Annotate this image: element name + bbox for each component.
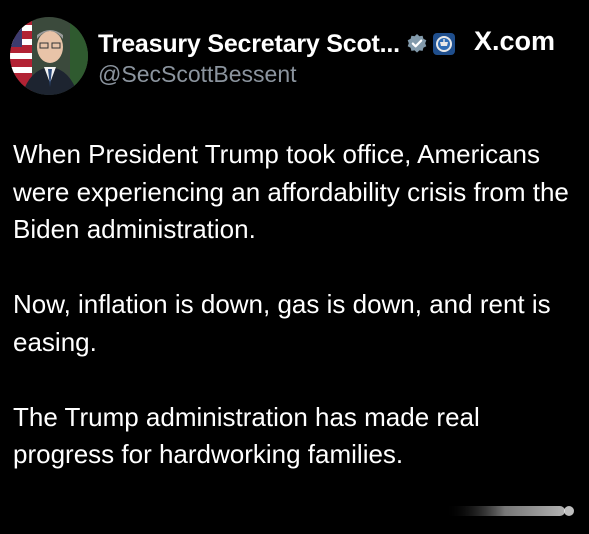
- tweet-paragraph: The Trump administration has made real p…: [13, 401, 480, 470]
- watermark-graphic: [445, 500, 580, 522]
- x-brand-label: X.com: [474, 26, 556, 56]
- tweet-text: When President Trump took office, Americ…: [13, 136, 579, 474]
- gray-verified-badge-icon: [406, 33, 428, 55]
- author-handle[interactable]: @SecScottBessent: [98, 61, 297, 88]
- avatar-portrait-icon: [10, 17, 88, 95]
- tweet-card: Treasury Secretary Scot... @SecScottBess…: [0, 0, 589, 534]
- author-display-name[interactable]: Treasury Secretary Scot...: [98, 30, 400, 59]
- author-avatar[interactable]: [10, 17, 88, 95]
- author-name-row: Treasury Secretary Scot...: [98, 27, 456, 61]
- tweet-paragraph: Now, inflation is down, gas is down, and…: [13, 289, 551, 357]
- treasury-seal-badge-icon: [432, 32, 456, 56]
- tweet-paragraph: When President Trump took office, Americ…: [13, 139, 569, 244]
